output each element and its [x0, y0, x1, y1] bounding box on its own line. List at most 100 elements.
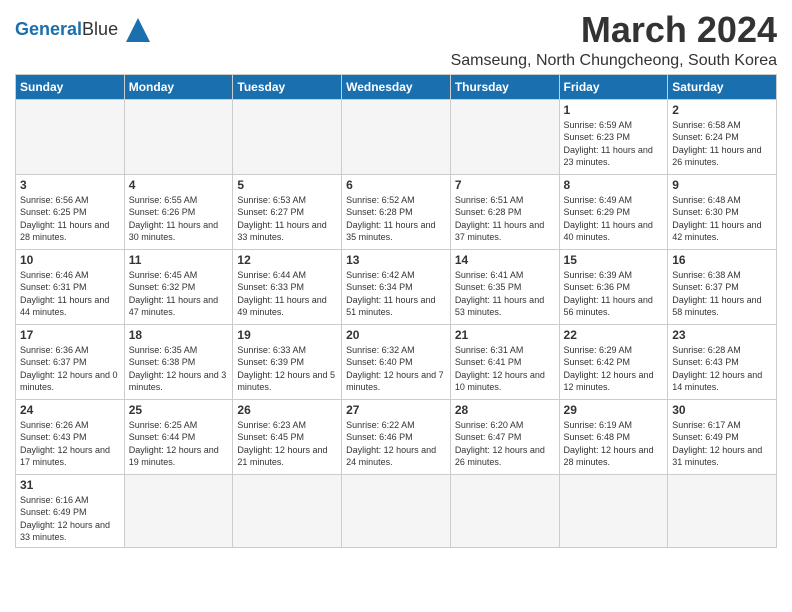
table-row: 26 Sunrise: 6:23 AM Sunset: 6:45 PM Dayli… [233, 399, 342, 474]
table-row: 7 Sunrise: 6:51 AM Sunset: 6:28 PM Daylig… [450, 174, 559, 249]
day-info: Sunrise: 6:58 AM Sunset: 6:24 PM Dayligh… [672, 119, 772, 169]
table-row [342, 99, 451, 174]
table-row: 31 Sunrise: 6:16 AM Sunset: 6:49 PM Dayli… [16, 474, 125, 547]
table-row: 28 Sunrise: 6:20 AM Sunset: 6:47 PM Dayli… [450, 399, 559, 474]
table-row [450, 474, 559, 547]
day-number: 31 [20, 478, 120, 492]
day-info: Sunrise: 6:49 AM Sunset: 6:29 PM Dayligh… [564, 194, 664, 244]
day-number: 14 [455, 253, 555, 267]
table-row: 4Sunrise: 6:55 AM Sunset: 6:26 PM Daylig… [124, 174, 233, 249]
day-number: 8 [564, 178, 664, 192]
day-number: 11 [129, 253, 229, 267]
day-number: 18 [129, 328, 229, 342]
table-row: 1 Sunrise: 6:59 AM Sunset: 6:23 PM Daylig… [559, 99, 668, 174]
day-info: Sunrise: 6:44 AM Sunset: 6:33 PM Dayligh… [237, 269, 337, 319]
day-number: 2 [672, 103, 772, 117]
day-number: 16 [672, 253, 772, 267]
header-row: Sunday Monday Tuesday Wednesday Thursday… [16, 74, 777, 99]
table-row [124, 99, 233, 174]
day-info: Sunrise: 6:16 AM Sunset: 6:49 PM Dayligh… [20, 494, 120, 544]
table-row: 13 Sunrise: 6:42 AM Sunset: 6:34 PM Dayli… [342, 249, 451, 324]
day-info: Sunrise: 6:39 AM Sunset: 6:36 PM Dayligh… [564, 269, 664, 319]
day-number: 30 [672, 403, 772, 417]
day-info: Sunrise: 6:17 AM Sunset: 6:49 PM Dayligh… [672, 419, 772, 469]
table-row: 21 Sunrise: 6:31 AM Sunset: 6:41 PM Dayli… [450, 324, 559, 399]
col-thursday: Thursday [450, 74, 559, 99]
day-info: Sunrise: 6:29 AM Sunset: 6:42 PM Dayligh… [564, 344, 664, 394]
day-info: Sunrise: 6:56 AM Sunset: 6:25 PM Dayligh… [20, 194, 120, 244]
day-info: Sunrise: 6:38 AM Sunset: 6:37 PM Dayligh… [672, 269, 772, 319]
day-number: 13 [346, 253, 446, 267]
day-number: 12 [237, 253, 337, 267]
table-row: 24 Sunrise: 6:26 AM Sunset: 6:43 PM Dayli… [16, 399, 125, 474]
day-info: Sunrise: 6:59 AM Sunset: 6:23 PM Dayligh… [564, 119, 664, 169]
subtitle: Samseung, North Chungcheong, South Korea [451, 52, 777, 70]
logo-icon [122, 14, 154, 46]
day-number: 17 [20, 328, 120, 342]
day-info: Sunrise: 6:26 AM Sunset: 6:43 PM Dayligh… [20, 419, 120, 469]
day-number: 28 [455, 403, 555, 417]
table-row: 22 Sunrise: 6:29 AM Sunset: 6:42 PM Dayli… [559, 324, 668, 399]
day-number: 3 [20, 178, 120, 192]
col-friday: Friday [559, 74, 668, 99]
day-info: Sunrise: 6:36 AM Sunset: 6:37 PM Dayligh… [20, 344, 120, 394]
day-info: Sunrise: 6:46 AM Sunset: 6:31 PM Dayligh… [20, 269, 120, 319]
table-row: 23 Sunrise: 6:28 AM Sunset: 6:43 PM Dayli… [668, 324, 777, 399]
day-number: 22 [564, 328, 664, 342]
day-info: Sunrise: 6:19 AM Sunset: 6:48 PM Dayligh… [564, 419, 664, 469]
table-row: 14 Sunrise: 6:41 AM Sunset: 6:35 PM Dayli… [450, 249, 559, 324]
day-info: Sunrise: 6:51 AM Sunset: 6:28 PM Dayligh… [455, 194, 555, 244]
calendar: Sunday Monday Tuesday Wednesday Thursday… [15, 74, 777, 548]
day-number: 29 [564, 403, 664, 417]
day-number: 1 [564, 103, 664, 117]
day-number: 5 [237, 178, 337, 192]
day-number: 19 [237, 328, 337, 342]
table-row: 18 Sunrise: 6:35 AM Sunset: 6:38 PM Dayli… [124, 324, 233, 399]
day-number: 10 [20, 253, 120, 267]
day-info: Sunrise: 6:32 AM Sunset: 6:40 PM Dayligh… [346, 344, 446, 394]
day-info: Sunrise: 6:35 AM Sunset: 6:38 PM Dayligh… [129, 344, 229, 394]
day-number: 9 [672, 178, 772, 192]
table-row [233, 474, 342, 547]
day-number: 21 [455, 328, 555, 342]
day-info: Sunrise: 6:42 AM Sunset: 6:34 PM Dayligh… [346, 269, 446, 319]
table-row: 20Sunrise: 6:32 AM Sunset: 6:40 PM Dayli… [342, 324, 451, 399]
table-row: 29 Sunrise: 6:19 AM Sunset: 6:48 PM Dayli… [559, 399, 668, 474]
table-row [124, 474, 233, 547]
day-info: Sunrise: 6:28 AM Sunset: 6:43 PM Dayligh… [672, 344, 772, 394]
table-row: 8 Sunrise: 6:49 AM Sunset: 6:29 PM Daylig… [559, 174, 668, 249]
table-row: 15Sunrise: 6:39 AM Sunset: 6:36 PM Dayli… [559, 249, 668, 324]
day-info: Sunrise: 6:41 AM Sunset: 6:35 PM Dayligh… [455, 269, 555, 319]
day-number: 24 [20, 403, 120, 417]
month-title: March 2024 [451, 10, 777, 50]
table-row: 12 Sunrise: 6:44 AM Sunset: 6:33 PM Dayli… [233, 249, 342, 324]
title-area: March 2024 Samseung, North Chungcheong, … [451, 10, 777, 70]
day-info: Sunrise: 6:22 AM Sunset: 6:46 PM Dayligh… [346, 419, 446, 469]
day-info: Sunrise: 6:20 AM Sunset: 6:47 PM Dayligh… [455, 419, 555, 469]
table-row [16, 99, 125, 174]
table-row: 16 Sunrise: 6:38 AM Sunset: 6:37 PM Dayli… [668, 249, 777, 324]
day-info: Sunrise: 6:53 AM Sunset: 6:27 PM Dayligh… [237, 194, 337, 244]
day-number: 4 [129, 178, 229, 192]
logo: GeneralBlue [15, 14, 154, 46]
day-number: 25 [129, 403, 229, 417]
col-wednesday: Wednesday [342, 74, 451, 99]
day-number: 7 [455, 178, 555, 192]
day-number: 26 [237, 403, 337, 417]
day-info: Sunrise: 6:25 AM Sunset: 6:44 PM Dayligh… [129, 419, 229, 469]
table-row: 2 Sunrise: 6:58 AM Sunset: 6:24 PM Daylig… [668, 99, 777, 174]
day-number: 27 [346, 403, 446, 417]
table-row [342, 474, 451, 547]
logo-general: General [15, 19, 82, 39]
table-row: 17 Sunrise: 6:36 AM Sunset: 6:37 PM Dayli… [16, 324, 125, 399]
table-row: 11 Sunrise: 6:45 AM Sunset: 6:32 PM Dayli… [124, 249, 233, 324]
day-number: 23 [672, 328, 772, 342]
table-row: 6Sunrise: 6:52 AM Sunset: 6:28 PM Daylig… [342, 174, 451, 249]
day-info: Sunrise: 6:23 AM Sunset: 6:45 PM Dayligh… [237, 419, 337, 469]
day-info: Sunrise: 6:48 AM Sunset: 6:30 PM Dayligh… [672, 194, 772, 244]
logo-text: GeneralBlue [15, 20, 118, 40]
day-number: 6 [346, 178, 446, 192]
table-row: 19Sunrise: 6:33 AM Sunset: 6:39 PM Dayli… [233, 324, 342, 399]
day-info: Sunrise: 6:31 AM Sunset: 6:41 PM Dayligh… [455, 344, 555, 394]
day-info: Sunrise: 6:45 AM Sunset: 6:32 PM Dayligh… [129, 269, 229, 319]
